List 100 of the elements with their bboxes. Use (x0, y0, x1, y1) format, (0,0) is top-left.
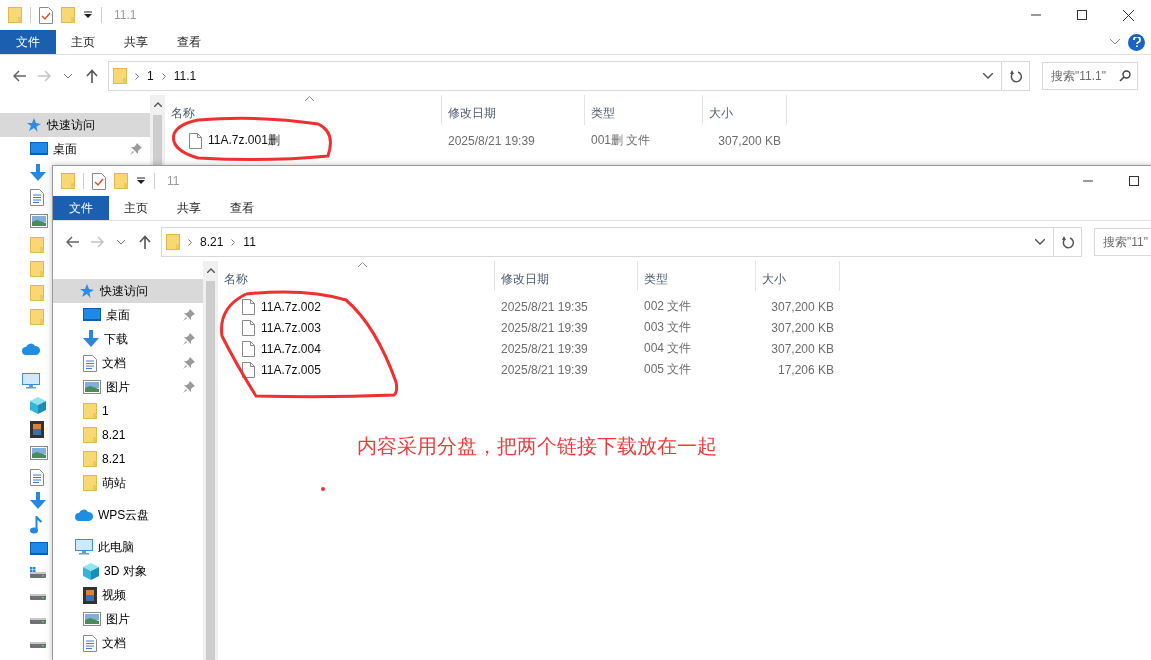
modified-date: 2025/8/21 19:39 (501, 362, 588, 377)
picture-icon (30, 446, 48, 460)
refresh-button[interactable] (1054, 227, 1082, 257)
nav-item[interactable]: 桌面 (53, 303, 203, 327)
address-bar[interactable]: 8.21 11 (161, 227, 1054, 257)
search-icon[interactable] (1119, 70, 1131, 82)
scroll-thumb[interactable] (153, 115, 162, 165)
pin-icon[interactable] (183, 333, 195, 345)
help-icon[interactable] (1128, 33, 1145, 51)
document-icon (30, 468, 44, 486)
breadcrumb[interactable]: 11 (243, 235, 256, 249)
column-header[interactable]: 类型 (585, 95, 703, 125)
column-header[interactable]: 大小 (703, 95, 787, 125)
ribbon-tab[interactable]: 共享 (162, 196, 215, 220)
pin-icon[interactable] (183, 357, 195, 369)
column-header[interactable]: 名称 (218, 261, 495, 291)
nav-item[interactable]: 3D 对象 (53, 559, 147, 583)
file-icon (242, 340, 255, 357)
folder-icon (83, 475, 97, 491)
file-type: 005 文件 (644, 361, 692, 378)
cube-icon (83, 562, 99, 580)
pin-icon[interactable] (130, 143, 142, 155)
refresh-icon (1009, 69, 1022, 83)
nav-item[interactable]: 图片 (53, 607, 130, 631)
window-title: 11.1 (114, 8, 137, 22)
file-size: 307,200 KB (771, 299, 834, 314)
nav-item[interactable]: 文档 (53, 631, 126, 655)
download-icon (30, 164, 46, 182)
nav-item[interactable]: 下载 (53, 327, 203, 351)
nav-item[interactable]: 8.21 (53, 423, 203, 447)
chevron-right-icon (231, 238, 236, 246)
nav-item[interactable]: 1 (53, 399, 203, 423)
breadcrumb[interactable]: 11.1 (173, 69, 197, 83)
picture-icon (83, 380, 101, 394)
modified-date: 2025/8/21 19:39 (448, 133, 535, 148)
chevron-down-icon[interactable] (1110, 39, 1120, 45)
scroll-up-icon[interactable] (206, 267, 215, 273)
nav-item[interactable]: 桌面 (0, 137, 150, 161)
ribbon-tab[interactable]: 文件 (0, 30, 56, 54)
pin-icon[interactable] (183, 381, 195, 393)
customize-caret-icon[interactable] (136, 177, 146, 185)
nav-item[interactable]: 文档 (53, 351, 203, 375)
properties-icon[interactable] (92, 172, 106, 190)
ribbon-tab[interactable]: 文件 (53, 196, 109, 220)
document-icon (83, 634, 97, 652)
customize-caret-icon[interactable] (83, 11, 93, 19)
chevron-down-icon[interactable] (1035, 239, 1045, 245)
folder-icon (30, 261, 44, 277)
column-header[interactable]: 修改日期 (495, 261, 638, 291)
nav-item[interactable]: 视频 (53, 583, 126, 607)
column-header[interactable]: 修改日期 (442, 95, 585, 125)
ribbon-tab[interactable]: 主页 (56, 30, 109, 54)
nav-item[interactable]: 快速访问 (53, 279, 203, 303)
ribbon-tab[interactable]: 共享 (109, 30, 162, 54)
arrow-left-icon (13, 70, 27, 82)
ribbon-tab[interactable]: 主页 (109, 196, 162, 220)
nav-item[interactable]: 快速访问 (0, 113, 150, 137)
film-icon (30, 420, 44, 438)
music-note-icon (30, 516, 42, 534)
properties-icon[interactable] (39, 6, 53, 24)
nav-item[interactable]: 萌站 (53, 471, 203, 495)
download-icon (30, 492, 46, 510)
nav-item[interactable]: WPS云盘 (53, 503, 150, 527)
ribbon-tab[interactable]: 查看 (215, 196, 268, 220)
scrollbar[interactable] (150, 95, 165, 165)
column-header[interactable]: 类型 (638, 261, 756, 291)
scrollbar[interactable] (203, 261, 218, 660)
download-icon (83, 330, 99, 348)
folder-icon (83, 427, 97, 443)
document-icon (83, 354, 97, 372)
scroll-up-icon[interactable] (153, 101, 162, 107)
chevron-down-icon[interactable] (983, 73, 993, 79)
ribbon-tab[interactable]: 查看 (162, 30, 215, 54)
pin-icon[interactable] (183, 309, 195, 321)
scroll-thumb[interactable] (206, 281, 215, 660)
computer-icon (75, 539, 93, 555)
nav-item[interactable]: 图片 (53, 375, 203, 399)
file-type: 002 文件 (644, 298, 692, 315)
file-size: 17,206 KB (777, 362, 834, 377)
drive-icon (30, 593, 46, 601)
nav-item[interactable]: 此电脑 (53, 535, 134, 559)
search-field[interactable]: 搜索"11" (1094, 228, 1151, 256)
modified-date: 2025/8/21 19:39 (501, 341, 588, 356)
file-name: 11A.7z.004 (261, 341, 321, 356)
address-bar[interactable]: 1 11.1 (108, 61, 1002, 91)
breadcrumb[interactable]: 1 (147, 69, 154, 83)
refresh-button[interactable] (1002, 61, 1030, 91)
cube-icon (30, 396, 46, 414)
maximize-icon (1129, 176, 1139, 186)
column-header[interactable]: 大小 (756, 261, 840, 291)
modified-date: 2025/8/21 19:35 (501, 299, 588, 314)
nav-item[interactable]: 8.21 (53, 447, 203, 471)
picture-icon (83, 612, 101, 626)
annotation-note: 内容采用分盘，把两个链接下载放在一起 (357, 434, 717, 459)
arrow-right-icon (37, 70, 51, 82)
column-header[interactable]: 名称 (165, 95, 442, 125)
search-field[interactable]: 搜索"11.1" (1042, 62, 1138, 90)
breadcrumb[interactable]: 8.21 (200, 235, 224, 249)
file-type: 003 文件 (644, 319, 692, 336)
drive-icon (30, 641, 46, 649)
